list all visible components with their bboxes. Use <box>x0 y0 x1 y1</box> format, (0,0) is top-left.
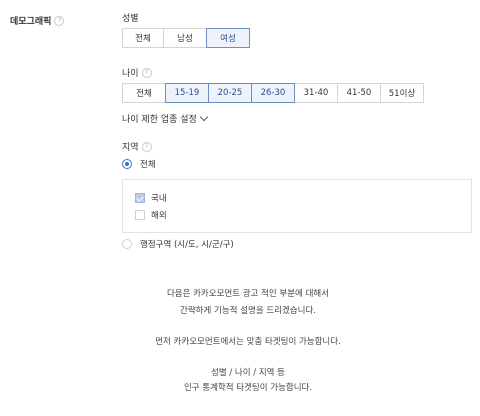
gender-label-text: 성별 <box>122 14 139 24</box>
age-segmented-control: 전체 15-19 20-25 26-30 31-40 41-50 51이상 <box>122 83 424 103</box>
section-title-label: 데모그래픽 <box>10 17 52 27</box>
checkbox-checked[interactable] <box>135 193 145 203</box>
age-label: 나이 ? <box>122 66 152 79</box>
age-option-15-19[interactable]: 15-19 <box>165 83 209 103</box>
age-option-all[interactable]: 전체 <box>122 83 166 103</box>
description-line-5: 인구 통계학적 타겟팅이 가능합니다. <box>183 383 313 393</box>
info-icon[interactable]: ? <box>141 67 152 78</box>
description-line-2: 간략하게 기능적 설명을 드리겠습니다. <box>180 306 316 316</box>
region-check-overseas[interactable]: 해외 <box>135 209 167 221</box>
region-radio-all[interactable]: 전체 <box>122 158 156 170</box>
age-option-41-50[interactable]: 41-50 <box>337 83 381 103</box>
region-radio-all-label: 전체 <box>140 160 156 170</box>
age-option-26-30[interactable]: 26-30 <box>251 83 295 103</box>
region-check-domestic-label: 국내 <box>151 194 167 204</box>
age-option-51-plus[interactable]: 51이상 <box>380 83 424 103</box>
chevron-down-icon <box>199 112 209 122</box>
gender-option-all[interactable]: 전체 <box>122 28 164 48</box>
age-restriction-toggle[interactable]: 나이 제한 업종 설정 <box>122 112 209 125</box>
gender-label: 성별 <box>122 11 139 24</box>
gender-segmented-control: 전체 남성 여성 <box>122 28 250 48</box>
section-title-demographic: 데모그래픽 ? <box>10 14 65 27</box>
age-option-20-25[interactable]: 20-25 <box>208 83 252 103</box>
description-line-1: 다음은 카카오모먼트 광고 적인 부분에 대해서 <box>166 289 330 299</box>
region-radio-admin[interactable]: 행정구역 (시/도, 시/군/구) <box>122 238 234 250</box>
radio-button-selected[interactable] <box>122 159 132 169</box>
region-country-box: 국내 해외 <box>122 179 472 233</box>
gender-option-female[interactable]: 여성 <box>206 28 250 48</box>
age-label-text: 나이 <box>122 69 139 79</box>
radio-button-unselected[interactable] <box>122 239 132 249</box>
region-check-overseas-label: 해외 <box>151 211 167 221</box>
description-line-3: 먼저 카카오모먼트에서는 맞춤 타겟팅이 가능합니다. <box>155 337 341 347</box>
age-option-31-40[interactable]: 31-40 <box>294 83 338 103</box>
region-label: 지역 ? <box>122 140 152 153</box>
description-line-4: 성별 / 나이 / 지역 등 <box>211 368 285 378</box>
age-restriction-label: 나이 제한 업종 설정 <box>122 115 197 125</box>
checkbox-unchecked[interactable] <box>135 210 145 220</box>
info-icon[interactable]: ? <box>141 141 152 152</box>
region-radio-admin-label: 행정구역 (시/도, 시/군/구) <box>140 240 234 250</box>
region-check-domestic[interactable]: 국내 <box>135 192 167 204</box>
info-icon[interactable]: ? <box>54 15 65 26</box>
gender-option-male[interactable]: 남성 <box>163 28 207 48</box>
region-label-text: 지역 <box>122 143 139 153</box>
